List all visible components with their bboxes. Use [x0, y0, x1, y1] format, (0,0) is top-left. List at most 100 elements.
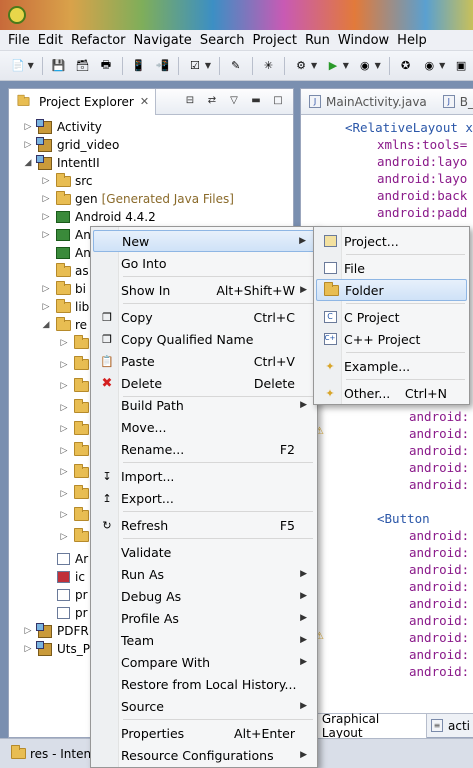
menu-item-properties[interactable]: Properties Alt+Enter [93, 722, 315, 744]
minimize-icon[interactable]: ▬ [249, 93, 263, 107]
menu-item-refresh[interactable]: ↻ Refresh F5 [93, 514, 315, 536]
external-tools-dropdown-icon[interactable]: ▼ [375, 61, 381, 70]
tree-item[interactable]: An [41, 244, 91, 262]
menu-item-file[interactable]: File [316, 257, 467, 279]
menu-item-other[interactable]: ✦ Other... Ctrl+N [316, 382, 467, 404]
menu-item-source[interactable]: Source ▶ [93, 695, 315, 717]
new-package-icon[interactable]: ✪ [397, 57, 415, 75]
menu-item-copy-qualified-name[interactable]: ❐ Copy Qualified Name [93, 328, 315, 350]
tree-item[interactable]: ▷ [59, 442, 93, 460]
collapsed-arrow-icon[interactable]: ▷ [59, 424, 69, 434]
tree-item[interactable]: ▷ Uts_P [23, 640, 90, 658]
debug-icon[interactable]: ⚙ [292, 57, 310, 75]
maximize-icon[interactable]: □ [271, 93, 285, 107]
collapsed-arrow-icon[interactable]: ▷ [41, 212, 51, 222]
tree-item[interactable]: ic [41, 568, 85, 586]
new-class-dropdown-icon[interactable]: ▼ [439, 61, 445, 70]
collapsed-arrow-icon[interactable]: ▷ [23, 626, 33, 636]
task-icon[interactable]: ☑ [186, 57, 204, 75]
skip-breakpoints-icon[interactable]: ✳ [260, 57, 278, 75]
menu-help[interactable]: Help [397, 32, 427, 49]
new-class-icon[interactable]: ◉ [420, 57, 438, 75]
tree-item[interactable]: pr [41, 586, 88, 604]
print-icon[interactable]: 🖶 [97, 57, 115, 75]
collapsed-arrow-icon[interactable]: ▷ [59, 338, 69, 348]
menu-item-rename[interactable]: Rename... F2 [93, 438, 315, 460]
close-icon[interactable]: ✕ [140, 95, 149, 108]
menu-item-move[interactable]: Move... [93, 416, 315, 438]
tab-graphical-layout[interactable]: ▦ Graphical Layout [301, 712, 427, 740]
menu-item-validate[interactable]: Validate [93, 541, 315, 563]
collapsed-arrow-icon[interactable]: ▷ [59, 446, 69, 456]
menu-item-compare-with[interactable]: Compare With ▶ [93, 651, 315, 673]
tree-item[interactable]: ▷ [59, 485, 93, 503]
menu-search[interactable]: Search [200, 32, 245, 49]
collapsed-arrow-icon[interactable]: ▷ [59, 532, 69, 542]
menu-item-copy[interactable]: ❐ Copy Ctrl+C [93, 306, 315, 328]
save-icon[interactable]: 💾 [50, 57, 68, 75]
new-java-icon[interactable]: ✎ [227, 57, 245, 75]
menu-window[interactable]: Window [338, 32, 389, 49]
tree-item[interactable]: as [41, 262, 89, 280]
menu-item-resource-configurations[interactable]: Resource Configurations ▶ [93, 744, 315, 766]
tree-item[interactable]: ▷ [59, 334, 93, 352]
collapsed-arrow-icon[interactable]: ▷ [59, 489, 69, 499]
project-explorer-tab[interactable]: Project Explorer ✕ [9, 88, 157, 115]
collapsed-arrow-icon[interactable]: ▷ [23, 140, 33, 150]
menu-item-show-in[interactable]: Show In Alt+Shift+W ▶ [93, 279, 315, 301]
task-dropdown-icon[interactable]: ▼ [205, 61, 211, 70]
collapsed-arrow-icon[interactable]: ▷ [41, 194, 51, 204]
menu-file[interactable]: File [8, 32, 30, 49]
menu-refactor[interactable]: Refactor [71, 32, 126, 49]
menu-item-import[interactable]: ↧ Import... [93, 465, 315, 487]
tree-item[interactable]: ▷ Android 4.4.2 [41, 208, 156, 226]
eclipse-app-icon[interactable] [8, 6, 26, 24]
collapsed-arrow-icon[interactable]: ▷ [41, 176, 51, 186]
tree-item[interactable]: ▷ [59, 399, 93, 417]
menu-item-delete[interactable]: ✖ Delete Delete [93, 372, 315, 394]
run-dropdown-icon[interactable]: ▼ [343, 61, 349, 70]
collapsed-arrow-icon[interactable]: ▷ [41, 230, 51, 240]
tree-item[interactable]: ▷ src [41, 172, 93, 190]
menu-navigate[interactable]: Navigate [134, 32, 192, 49]
tab-mainactivity[interactable]: J MainActivity.java [301, 89, 435, 115]
external-tools-icon[interactable]: ◉ [356, 57, 374, 75]
tree-item[interactable]: ▷ lib [41, 298, 89, 316]
menu-edit[interactable]: Edit [38, 32, 63, 49]
tree-item[interactable]: ▷ [59, 528, 93, 546]
tab-activity-xml[interactable]: ≡ acti [427, 714, 473, 738]
collapse-all-icon[interactable]: ⊟ [183, 93, 197, 107]
tree-item[interactable]: ▷ PDFR [23, 622, 89, 640]
menu-item-example[interactable]: ✦ Example... [316, 355, 467, 377]
open-type-icon[interactable]: ▣ [452, 57, 470, 75]
menu-item-go-into[interactable]: Go Into [93, 252, 315, 274]
tree-item[interactable]: ▷ [59, 506, 93, 524]
menu-item-c-project[interactable]: CC Project [316, 306, 467, 328]
tree-item[interactable]: ▷ grid_video [23, 136, 119, 154]
tree-item[interactable]: ▷ An [41, 226, 91, 244]
collapsed-arrow-icon[interactable]: ▷ [59, 381, 69, 391]
tree-item[interactable]: Ar [41, 550, 88, 568]
menu-item-folder[interactable]: Folder [316, 279, 467, 301]
tree-item[interactable]: ▷ bi [41, 280, 86, 298]
menu-item-team[interactable]: Team ▶ [93, 629, 315, 651]
menu-project[interactable]: Project [252, 32, 296, 49]
tree-item[interactable]: ▷ [59, 420, 93, 438]
menu-item-restore-from-local-history[interactable]: Restore from Local History... [93, 673, 315, 695]
menu-item-debug-as[interactable]: Debug As ▶ [93, 585, 315, 607]
menu-item-new[interactable]: New ▶ [93, 230, 315, 252]
menu-item-profile-as[interactable]: Profile As ▶ [93, 607, 315, 629]
tree-item[interactable]: ◢ re [41, 316, 87, 334]
tree-item[interactable]: ▷ [59, 463, 93, 481]
expanded-arrow-icon[interactable]: ◢ [23, 158, 33, 168]
tree-item[interactable]: pr [41, 604, 88, 622]
android-sdk-icon[interactable]: 📱 [130, 57, 148, 75]
run-icon[interactable]: ▶ [324, 57, 342, 75]
tree-item[interactable]: ◢ IntentII [23, 154, 100, 172]
menu-run[interactable]: Run [305, 32, 330, 49]
collapsed-arrow-icon[interactable]: ▷ [41, 302, 51, 312]
menu-item-run-as[interactable]: Run As ▶ [93, 563, 315, 585]
tab-b[interactable]: J B_ [435, 89, 473, 115]
debug-dropdown-icon[interactable]: ▼ [311, 61, 317, 70]
save-all-icon[interactable]: 🗃 [73, 57, 91, 75]
